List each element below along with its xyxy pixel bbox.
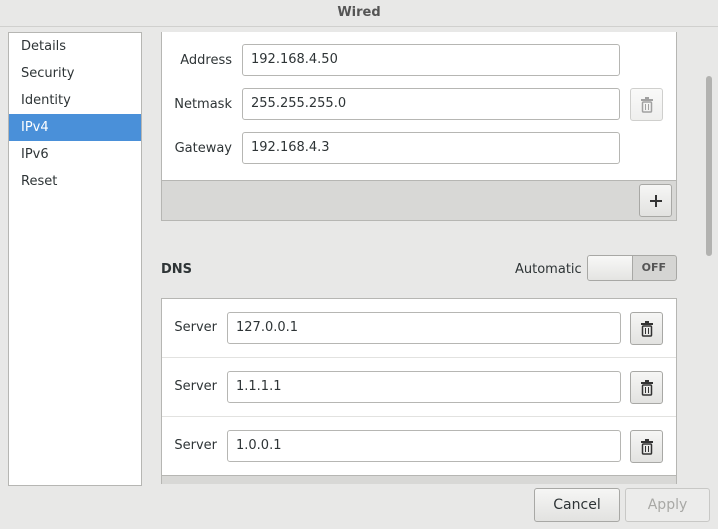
delete-dns-server-button[interactable] xyxy=(630,312,663,345)
trash-icon xyxy=(640,379,653,396)
sidebar-item-identity[interactable]: Identity xyxy=(9,87,141,114)
gateway-label: Gateway xyxy=(174,141,232,156)
dns-server-input[interactable]: 1.0.0.1 xyxy=(227,430,621,462)
window-title: Wired xyxy=(337,5,381,20)
dns-server-input[interactable]: 127.0.0.1 xyxy=(227,312,621,344)
ipv4-settings-panel: Address 192.168.4.50 Netmask 255.255.255… xyxy=(148,32,710,484)
switch-knob xyxy=(588,256,633,280)
trash-icon xyxy=(640,438,653,455)
row-separator xyxy=(162,416,676,417)
sidebar: Details Security Identity IPv4 IPv6 Rese… xyxy=(8,32,142,486)
address-input[interactable]: 192.168.4.50 xyxy=(242,44,620,76)
sidebar-item-ipv6[interactable]: IPv6 xyxy=(9,141,141,168)
dns-servers-frame: Server 127.0.0.1 Server 1.1.1.1 Server 1… xyxy=(161,298,677,484)
sidebar-item-details[interactable]: Details xyxy=(9,33,141,60)
cancel-button[interactable]: Cancel xyxy=(534,488,620,522)
delete-address-button[interactable] xyxy=(630,88,663,121)
dns-server-label: Server xyxy=(174,438,217,453)
netmask-label: Netmask xyxy=(174,97,232,112)
trash-icon xyxy=(640,96,653,113)
sidebar-item-reset[interactable]: Reset xyxy=(9,168,141,195)
gateway-input[interactable]: 192.168.4.3 xyxy=(242,132,620,164)
dns-server-label: Server xyxy=(174,379,217,394)
dns-server-label: Server xyxy=(174,320,217,335)
sidebar-item-ipv4[interactable]: IPv4 xyxy=(9,114,141,141)
dns-server-input[interactable]: 1.1.1.1 xyxy=(227,371,621,403)
addresses-frame: Address 192.168.4.50 Netmask 255.255.255… xyxy=(161,32,677,182)
delete-dns-server-button[interactable] xyxy=(630,430,663,463)
add-address-button[interactable] xyxy=(639,184,672,217)
switch-state: OFF xyxy=(641,261,666,274)
plus-icon xyxy=(649,194,662,207)
apply-button[interactable]: Apply xyxy=(625,488,710,522)
dns-section-title: DNS xyxy=(161,262,193,277)
addresses-toolbar xyxy=(161,180,677,221)
address-label: Address xyxy=(180,53,232,68)
trash-icon xyxy=(640,320,653,337)
dns-toolbar xyxy=(161,475,677,484)
dns-automatic-label: Automatic xyxy=(515,262,582,277)
dns-automatic-switch[interactable]: OFF xyxy=(587,255,677,281)
sidebar-item-security[interactable]: Security xyxy=(9,60,141,87)
row-separator xyxy=(162,357,676,358)
netmask-input[interactable]: 255.255.255.0 xyxy=(242,88,620,120)
scrollbar-thumb[interactable] xyxy=(706,76,712,256)
delete-dns-server-button[interactable] xyxy=(630,371,663,404)
content-scrollbar[interactable] xyxy=(704,32,714,484)
window-titlebar: Wired xyxy=(0,0,718,27)
